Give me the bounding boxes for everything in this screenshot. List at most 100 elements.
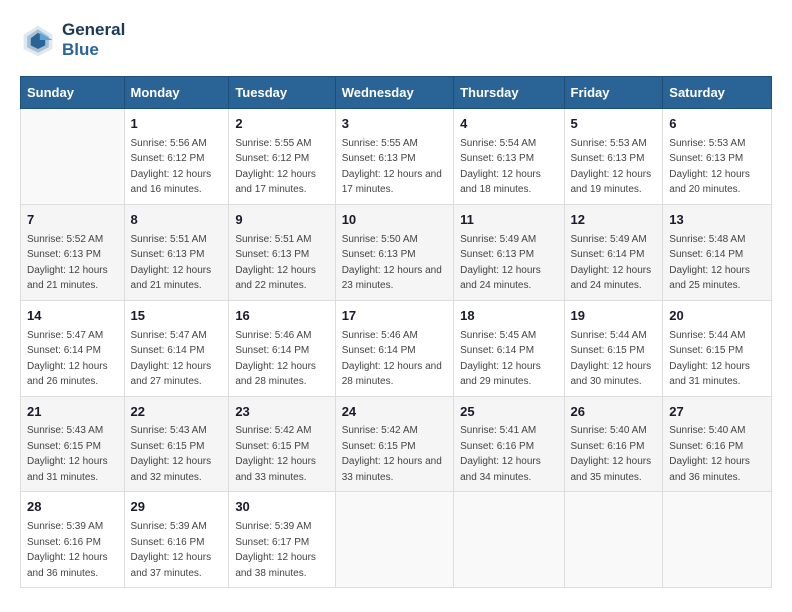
daylight: Daylight: 12 hours and 27 minutes. xyxy=(131,361,212,388)
calendar-cell: 19Sunrise: 5:44 AMSunset: 6:15 PMDayligh… xyxy=(564,300,663,396)
header-sunday: Sunday xyxy=(21,77,125,109)
sunrise: Sunrise: 5:39 AM xyxy=(235,521,311,532)
sunrise: Sunrise: 5:41 AM xyxy=(460,425,536,436)
daylight: Daylight: 12 hours and 23 minutes. xyxy=(342,265,442,292)
calendar-cell: 14Sunrise: 5:47 AMSunset: 6:14 PMDayligh… xyxy=(21,300,125,396)
sunset: Sunset: 6:14 PM xyxy=(460,345,534,356)
sunrise: Sunrise: 5:53 AM xyxy=(669,138,745,149)
sunrise: Sunrise: 5:40 AM xyxy=(571,425,647,436)
daylight: Daylight: 12 hours and 34 minutes. xyxy=(460,456,541,483)
calendar-cell: 11Sunrise: 5:49 AMSunset: 6:13 PMDayligh… xyxy=(454,204,564,300)
calendar-cell: 26Sunrise: 5:40 AMSunset: 6:16 PMDayligh… xyxy=(564,396,663,492)
day-number: 16 xyxy=(235,307,328,326)
calendar-cell: 15Sunrise: 5:47 AMSunset: 6:14 PMDayligh… xyxy=(124,300,229,396)
header-friday: Friday xyxy=(564,77,663,109)
daylight: Daylight: 12 hours and 36 minutes. xyxy=(27,552,108,579)
header-tuesday: Tuesday xyxy=(229,77,335,109)
daylight: Daylight: 12 hours and 17 minutes. xyxy=(342,169,442,196)
calendar-cell: 2Sunrise: 5:55 AMSunset: 6:12 PMDaylight… xyxy=(229,109,335,205)
day-number: 18 xyxy=(460,307,557,326)
calendar-cell xyxy=(564,492,663,588)
day-number: 10 xyxy=(342,211,447,230)
daylight: Daylight: 12 hours and 29 minutes. xyxy=(460,361,541,388)
sunset: Sunset: 6:14 PM xyxy=(342,345,416,356)
sunset: Sunset: 6:13 PM xyxy=(235,249,309,260)
sunset: Sunset: 6:13 PM xyxy=(27,249,101,260)
calendar-cell: 9Sunrise: 5:51 AMSunset: 6:13 PMDaylight… xyxy=(229,204,335,300)
sunrise: Sunrise: 5:40 AM xyxy=(669,425,745,436)
calendar-cell: 3 Sunrise: 5:55 AM Sunset: 6:13 PM Daylight… xyxy=(335,109,453,205)
sunset: Sunset: 6:13 PM xyxy=(342,153,416,164)
sunrise: Sunrise: 5:47 AM xyxy=(27,330,103,341)
calendar-cell: 13Sunrise: 5:48 AMSunset: 6:14 PMDayligh… xyxy=(663,204,772,300)
calendar-cell: 28Sunrise: 5:39 AMSunset: 6:16 PMDayligh… xyxy=(21,492,125,588)
calendar-cell xyxy=(335,492,453,588)
calendar-week-3: 21Sunrise: 5:43 AMSunset: 6:15 PMDayligh… xyxy=(21,396,772,492)
sunset: Sunset: 6:13 PM xyxy=(571,153,645,164)
calendar-cell: 12Sunrise: 5:49 AMSunset: 6:14 PMDayligh… xyxy=(564,204,663,300)
daylight: Daylight: 12 hours and 31 minutes. xyxy=(669,361,750,388)
logo-icon xyxy=(20,22,56,58)
sunrise: Sunrise: 5:56 AM xyxy=(131,138,207,149)
day-number: 27 xyxy=(669,403,765,422)
sunset: Sunset: 6:12 PM xyxy=(131,153,205,164)
day-number: 3 xyxy=(342,115,447,134)
sunset: Sunset: 6:17 PM xyxy=(235,537,309,548)
calendar-cell: 6 Sunrise: 5:53 AM Sunset: 6:13 PM Daylight… xyxy=(663,109,772,205)
sunrise: Sunrise: 5:46 AM xyxy=(235,330,311,341)
sunset: Sunset: 6:14 PM xyxy=(571,249,645,260)
calendar-cell: 5Sunrise: 5:53 AMSunset: 6:13 PMDaylight… xyxy=(564,109,663,205)
daylight: Daylight: 12 hours and 31 minutes. xyxy=(27,456,108,483)
calendar-cell: 24Sunrise: 5:42 AMSunset: 6:15 PMDayligh… xyxy=(335,396,453,492)
sunrise: Sunrise: 5:55 AM xyxy=(342,138,418,149)
sunset: Sunset: 6:16 PM xyxy=(27,537,101,548)
calendar-cell: 29Sunrise: 5:39 AMSunset: 6:16 PMDayligh… xyxy=(124,492,229,588)
daylight: Daylight: 12 hours and 16 minutes. xyxy=(131,169,212,196)
calendar-cell: 1Sunrise: 5:56 AMSunset: 6:12 PMDaylight… xyxy=(124,109,229,205)
calendar-cell: 22Sunrise: 5:43 AMSunset: 6:15 PMDayligh… xyxy=(124,396,229,492)
day-number: 17 xyxy=(342,307,447,326)
day-number: 6 xyxy=(669,115,765,134)
sunrise: Sunrise: 5:44 AM xyxy=(571,330,647,341)
daylight: Daylight: 12 hours and 37 minutes. xyxy=(131,552,212,579)
sunset: Sunset: 6:16 PM xyxy=(571,441,645,452)
sunset: Sunset: 6:16 PM xyxy=(131,537,205,548)
sunset: Sunset: 6:15 PM xyxy=(342,441,416,452)
sunrise: Sunrise: 5:54 AM xyxy=(460,138,536,149)
daylight: Daylight: 12 hours and 20 minutes. xyxy=(669,169,750,196)
sunset: Sunset: 6:14 PM xyxy=(669,249,743,260)
day-number: 14 xyxy=(27,307,118,326)
day-number: 8 xyxy=(131,211,223,230)
daylight: Daylight: 12 hours and 17 minutes. xyxy=(235,169,316,196)
sunset: Sunset: 6:13 PM xyxy=(460,249,534,260)
day-number: 20 xyxy=(669,307,765,326)
header-wednesday: Wednesday xyxy=(335,77,453,109)
daylight: Daylight: 12 hours and 32 minutes. xyxy=(131,456,212,483)
sunrise: Sunrise: 5:51 AM xyxy=(235,234,311,245)
daylight: Daylight: 12 hours and 36 minutes. xyxy=(669,456,750,483)
calendar-cell: 16Sunrise: 5:46 AMSunset: 6:14 PMDayligh… xyxy=(229,300,335,396)
sunset: Sunset: 6:13 PM xyxy=(131,249,205,260)
daylight: Daylight: 12 hours and 28 minutes. xyxy=(342,361,442,388)
calendar-header-row: SundayMondayTuesdayWednesdayThursdayFrid… xyxy=(21,77,772,109)
header-monday: Monday xyxy=(124,77,229,109)
day-number: 28 xyxy=(27,498,118,517)
calendar-week-4: 28 Sunrise: 5:39 AM Sunset: 6:16 PM Dayligh… xyxy=(21,492,772,588)
header-thursday: Thursday xyxy=(454,77,564,109)
sunset: Sunset: 6:14 PM xyxy=(131,345,205,356)
daylight: Daylight: 12 hours and 24 minutes. xyxy=(571,265,652,292)
day-number: 24 xyxy=(342,403,447,422)
day-number: 9 xyxy=(235,211,328,230)
day-number: 22 xyxy=(131,403,223,422)
sunset: Sunset: 6:16 PM xyxy=(669,441,743,452)
sunset: Sunset: 6:13 PM xyxy=(669,153,743,164)
day-number: 19 xyxy=(571,307,657,326)
sunrise: Sunrise: 5:52 AM xyxy=(27,234,103,245)
calendar-cell: 25Sunrise: 5:41 AMSunset: 6:16 PMDayligh… xyxy=(454,396,564,492)
sunset: Sunset: 6:15 PM xyxy=(27,441,101,452)
calendar-week-2: 14 Sunrise: 5:47 AM Sunset: 6:14 PM Dayligh… xyxy=(21,300,772,396)
calendar-cell: 30Sunrise: 5:39 AMSunset: 6:17 PMDayligh… xyxy=(229,492,335,588)
sunrise: Sunrise: 5:48 AM xyxy=(669,234,745,245)
sunset: Sunset: 6:13 PM xyxy=(342,249,416,260)
calendar-week-0: 1Sunrise: 5:56 AMSunset: 6:12 PMDaylight… xyxy=(21,109,772,205)
